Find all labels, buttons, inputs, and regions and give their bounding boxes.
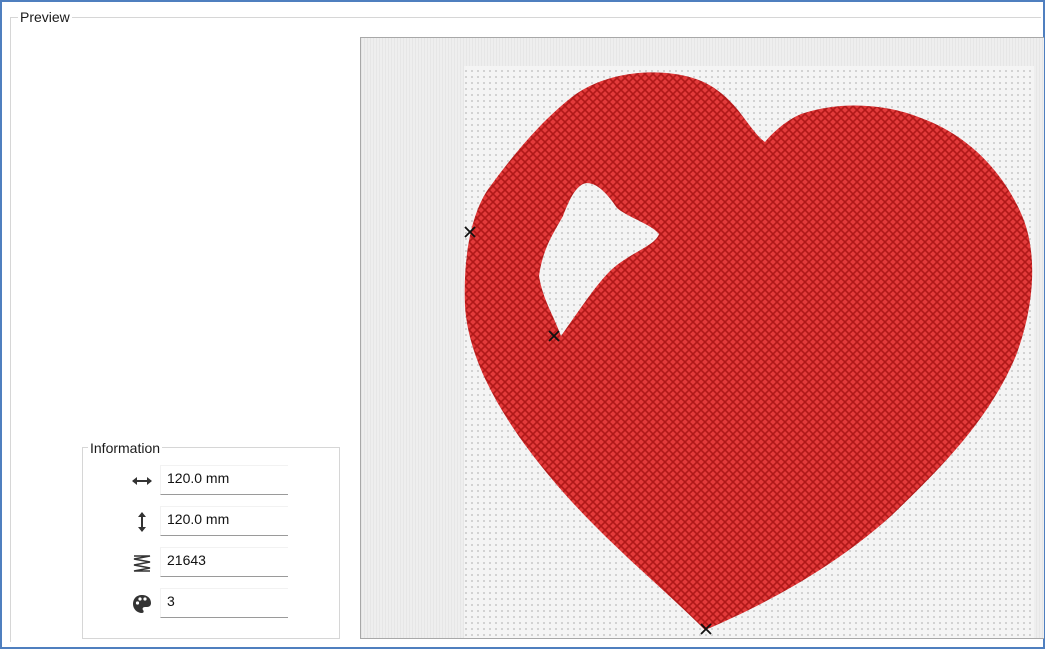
stitch-count-icon [128,547,156,579]
width-field: 120.0 mm [160,465,288,495]
information-title: Information [88,440,163,456]
info-row-width: 120.0 mm [128,465,293,497]
embroidery-preview-svg [464,66,1034,638]
color-palette-icon [128,588,156,620]
width-arrows-icon [128,465,156,497]
info-row-stitches: 21643 [128,547,293,579]
stitch-count-field: 21643 [160,547,288,577]
color-count-field: 3 [160,588,288,618]
height-field: 120.0 mm [160,506,288,536]
info-row-colors: 3 [128,588,293,620]
height-arrows-icon [128,506,156,538]
embroidery-preview-canvas[interactable] [360,37,1044,639]
info-row-height: 120.0 mm [128,506,293,538]
preview-title: Preview [18,9,72,25]
